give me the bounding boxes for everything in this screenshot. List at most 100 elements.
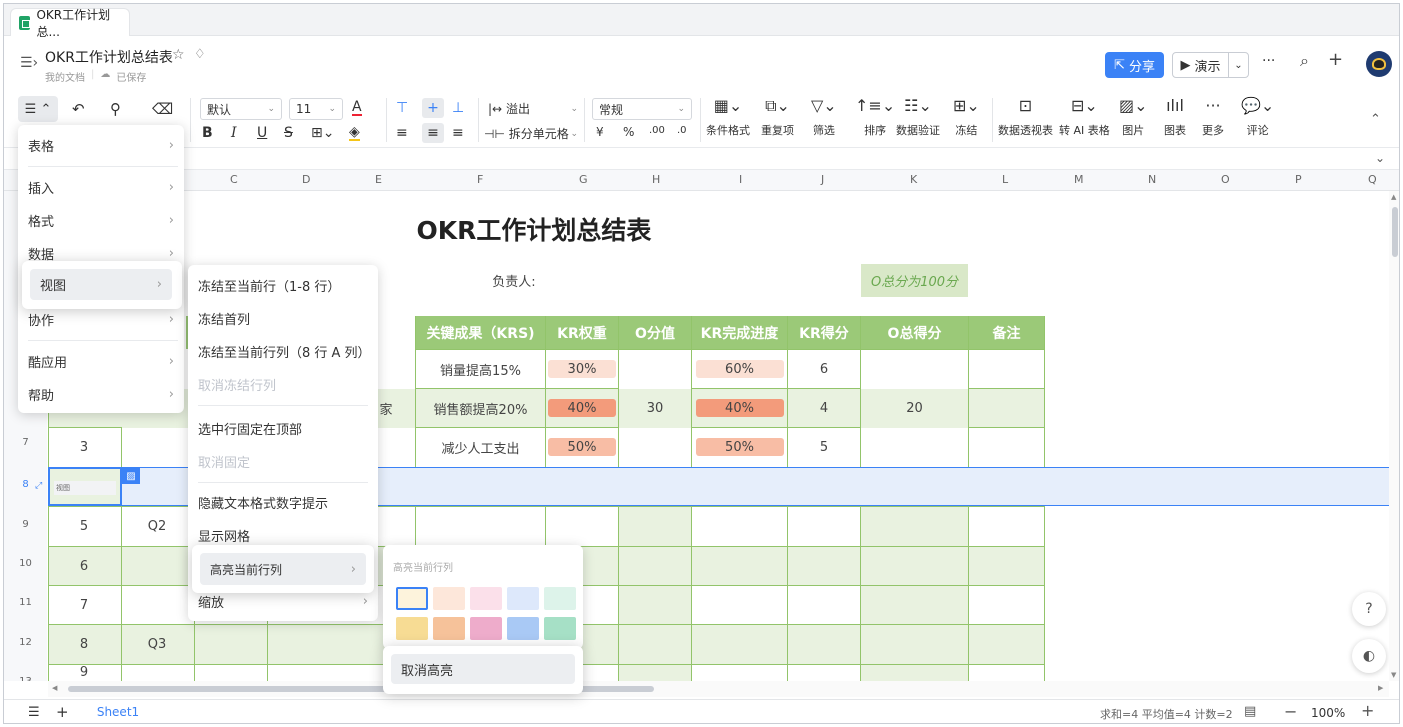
merge-cells-select[interactable]: ⊣⊢ 拆分单元格 ⌄ (484, 125, 578, 142)
column-header[interactable]: M (1074, 173, 1084, 186)
column-header[interactable]: I (739, 173, 742, 186)
cancel-highlight-item[interactable]: 取消高亮 (391, 654, 575, 684)
freeze-first-column-item[interactable]: 冻结首列 (188, 302, 378, 335)
column-header[interactable]: J (821, 173, 824, 186)
column-header[interactable]: G (579, 173, 588, 186)
document-title[interactable]: OKR工作计划总结表 (45, 47, 173, 67)
kr-weight-cell[interactable]: 40% (546, 389, 618, 427)
color-swatch[interactable] (470, 617, 502, 640)
duplicates-button[interactable]: ⧉⌄ 重复项 (761, 96, 794, 138)
zoom-out-button[interactable]: − (1284, 702, 1297, 721)
row-index-cell[interactable]: 6 (48, 547, 120, 585)
owner-label[interactable]: 负责人: (474, 269, 554, 291)
fill-color-icon[interactable]: ◈ (349, 125, 360, 141)
column-header[interactable]: N (1148, 173, 1156, 186)
conditional-format-button[interactable]: ▦⌄ 条件格式 (706, 96, 750, 138)
partial-cell-text[interactable]: 家 (376, 389, 396, 427)
chart-button[interactable]: ılıl 图表 (1164, 96, 1186, 138)
help-icon[interactable]: ? (1352, 592, 1386, 626)
currency-button[interactable]: ¥ (596, 125, 604, 139)
doc-tab[interactable]: OKR工作计划总... (10, 8, 130, 39)
number-format-select[interactable]: 常规 ⌄ (592, 98, 692, 120)
color-swatch[interactable] (507, 617, 539, 640)
add-icon[interactable]: + (1328, 49, 1343, 70)
header-cell[interactable]: O总得分 (861, 316, 968, 349)
menu-item-cool-apps[interactable]: 酷应用 › (18, 345, 184, 378)
color-swatch[interactable] (544, 617, 576, 640)
vertical-scroll-thumb[interactable] (1392, 207, 1398, 257)
row-header[interactable]: 9 (4, 519, 47, 533)
hide-number-hint-item[interactable]: 隐藏文本格式数字提示 (188, 486, 378, 519)
vertical-scrollbar[interactable]: ▲ ▼ (1389, 191, 1399, 681)
highlight-row-col-item[interactable]: 高亮当前行列 › (200, 553, 366, 585)
eraser-icon[interactable]: ⌫ (152, 100, 173, 118)
freeze-to-row-item[interactable]: 冻结至当前行（1-8 行） (188, 269, 378, 302)
column-header[interactable]: F (477, 173, 483, 186)
column-header[interactable]: E (375, 173, 382, 186)
column-header[interactable]: O (1221, 173, 1230, 186)
kr-name-cell[interactable]: 销量提高15% (416, 350, 545, 388)
align-bottom-icon[interactable]: ⊥ (452, 100, 464, 116)
kr-score-cell[interactable]: 4 (788, 389, 860, 427)
kr-weight-cell[interactable]: 30% (546, 350, 618, 388)
color-swatch[interactable] (396, 617, 428, 640)
more-options-button[interactable]: ··· (1262, 53, 1275, 69)
border-icon[interactable]: ⊞⌄ (311, 125, 334, 141)
align-center-icon[interactable]: ≡ (422, 123, 444, 143)
search-icon[interactable]: ⌕ (1300, 51, 1309, 71)
align-left-icon[interactable]: ≡ (396, 125, 408, 141)
bold-icon[interactable]: B (202, 125, 213, 141)
formula-bar[interactable]: ⌄ (4, 148, 1399, 170)
data-validation-button[interactable]: ☷⌄ 数据验证 (896, 96, 940, 138)
color-swatch[interactable] (544, 587, 576, 610)
row-index-cell[interactable]: 5 (48, 507, 120, 545)
header-cell[interactable]: 备注 (969, 316, 1044, 349)
column-header[interactable]: D (302, 173, 310, 186)
increase-decimal-icon[interactable]: .0 (677, 125, 687, 136)
row-index-cell[interactable]: 9 (48, 665, 120, 681)
column-header[interactable]: P (1295, 173, 1302, 186)
active-cell[interactable]: 视图 (48, 467, 122, 506)
layout-icon[interactable]: ▤ (1244, 704, 1256, 719)
menu-item-format[interactable]: 格式 › (18, 204, 184, 237)
menu-item-help[interactable]: 帮助 › (18, 378, 184, 411)
percent-button[interactable]: % (623, 125, 634, 139)
sort-button[interactable]: ↑≡⌄ 排序 (855, 96, 895, 138)
share-button[interactable]: ⇱ 分享 (1105, 52, 1164, 78)
row-index-cell[interactable]: 7 (48, 586, 120, 624)
align-top-icon[interactable]: ⊤ (396, 100, 408, 116)
quarter-cell[interactable]: Q3 (121, 625, 193, 663)
more-button[interactable]: ··· 更多 (1202, 96, 1224, 138)
header-cell[interactable]: O分值 (619, 316, 691, 349)
o-value-cell[interactable]: 30 (619, 350, 691, 466)
row-header[interactable]: 11 (4, 597, 47, 611)
freeze-button[interactable]: ⊞⌄ 冻结 (953, 96, 980, 138)
column-header[interactable]: L (1002, 173, 1008, 186)
document-location[interactable]: 我的文档 (45, 69, 85, 84)
kr-score-cell[interactable]: 5 (788, 428, 860, 466)
decrease-decimal-icon[interactable]: .00 (649, 125, 665, 136)
column-header[interactable]: Q (1368, 173, 1377, 186)
expand-formula-icon[interactable]: ⌄ (1375, 151, 1385, 165)
image-insert-icon[interactable]: ▨ (122, 468, 140, 484)
header-cell[interactable]: KR完成进度 (692, 316, 787, 349)
quarter-cell[interactable]: Q2 (121, 507, 193, 545)
kr-name-cell[interactable]: 减少人工支出 (416, 428, 545, 466)
main-menu-button[interactable]: ☰ ⌃ (18, 96, 58, 122)
color-swatch[interactable] (507, 587, 539, 610)
column-header[interactable]: K (910, 173, 917, 186)
chevron-down-icon[interactable]: ⌄ (1229, 60, 1248, 71)
text-wrap-select[interactable]: |↔ 溢出 ⌄ (488, 100, 578, 117)
color-swatch[interactable] (433, 587, 465, 610)
sheet-title[interactable]: OKR工作计划总结表 (384, 209, 684, 249)
strikethrough-icon[interactable]: S (284, 125, 293, 141)
total-score-note[interactable]: O总分为100分 (861, 264, 968, 297)
undo-icon[interactable]: ↶ (72, 100, 85, 118)
font-family-select[interactable]: 默认 ⌄ (200, 98, 282, 120)
header-cell[interactable]: KR得分 (788, 316, 860, 349)
convert-ai-table-button[interactable]: ⊟⌄ 转 AI 表格 (1059, 96, 1110, 138)
freeze-row-column-item[interactable]: 冻结至当前行列（8 行 A 列） (188, 335, 378, 368)
zoom-in-button[interactable]: + (1361, 701, 1374, 720)
kr-name-cell[interactable]: 销售额提高20% (416, 389, 545, 427)
color-swatch[interactable] (470, 587, 502, 610)
